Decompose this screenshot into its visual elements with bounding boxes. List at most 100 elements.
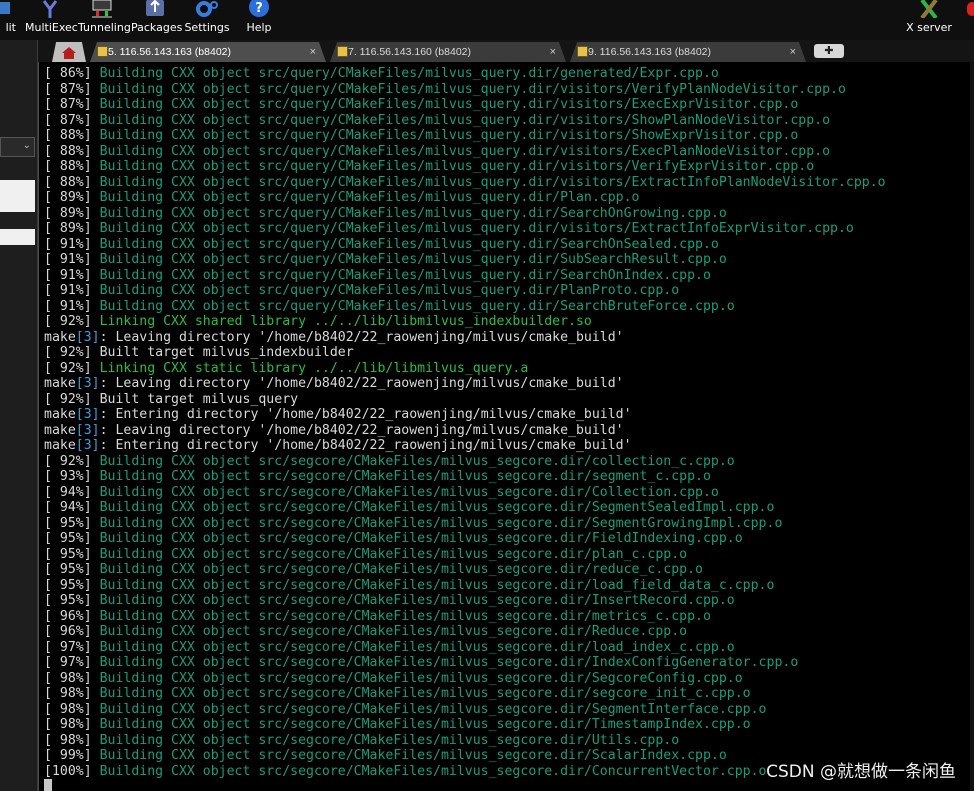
- terminal-line: [ 87%] Building CXX object src/query/CMa…: [44, 113, 886, 129]
- line-prefix: [ 98%]: [44, 670, 100, 686]
- line-prefix: [ 91%]: [44, 283, 100, 298]
- line-text: Built target milvus_indexbuilder: [99, 345, 354, 360]
- line-text: Building CXX object src/segcore/CMakeFil…: [99, 763, 767, 779]
- line-text: Building CXX object src/segcore/CMakeFil…: [99, 686, 751, 701]
- terminal-line: [ 87%] Building CXX object src/query/CMa…: [44, 97, 886, 113]
- session-tabs: 5. 116.56.143.163 (b8402) × 7. 116.56.14…: [38, 40, 974, 62]
- line-prefix: [ 88%]: [44, 128, 100, 143]
- packages-button[interactable]: Packages: [131, 0, 182, 40]
- sidebar-dropdown[interactable]: ⌄: [0, 137, 35, 157]
- line-text: Linking CXX shared library ../../lib/lib…: [99, 314, 592, 329]
- line-prefix: [ 95%]: [44, 577, 100, 593]
- close-icon[interactable]: ×: [310, 42, 316, 62]
- line-prefix: [ 98%]: [44, 701, 100, 717]
- line-prefix: [ 91%]: [44, 252, 100, 267]
- terminal-line: make[3]: Leaving directory '/home/b8402/…: [44, 423, 886, 439]
- line-prefix: [ 99%]: [44, 748, 100, 763]
- line-prefix: [ 92%]: [44, 360, 100, 376]
- terminal-key-icon: [97, 46, 108, 57]
- line-text: : Leaving directory '/home/b8402/22_raow…: [99, 329, 624, 345]
- svg-text:?: ?: [255, 1, 263, 16]
- line-prefix: [ 98%]: [44, 686, 100, 701]
- line-prefix: [ 89%]: [44, 190, 100, 205]
- terminal-key-icon: [577, 46, 588, 57]
- line-prefix: [ 95%]: [44, 531, 100, 546]
- help-button[interactable]: ? Help: [238, 0, 280, 40]
- terminal-cursor: [44, 779, 52, 791]
- terminal-line: [ 94%] Building CXX object src/segcore/C…: [44, 485, 886, 501]
- tab-session-5[interactable]: 5. 116.56.143.163 (b8402) ×: [90, 42, 326, 62]
- line-text: Built target milvus_query: [99, 391, 299, 407]
- line-prefix: [ 95%]: [44, 546, 100, 562]
- line-text: Building CXX object src/segcore/CMakeFil…: [99, 593, 735, 608]
- terminal-line: [ 92%] Built target milvus_indexbuilder: [44, 345, 886, 361]
- line-text: : Leaving directory '/home/b8402/22_raow…: [99, 422, 624, 438]
- xserver-icon: [917, 0, 941, 20]
- line-prefix: make: [44, 422, 76, 438]
- new-tab-button[interactable]: ✚: [814, 44, 844, 58]
- settings-button[interactable]: Settings: [184, 0, 230, 40]
- terminal-line: [ 93%] Building CXX object src/segcore/C…: [44, 469, 886, 485]
- terminal-output[interactable]: [ 86%] Building CXX object src/query/CMa…: [38, 62, 974, 791]
- terminal-scrollbar[interactable]: [970, 62, 974, 791]
- line-prefix: [ 97%]: [44, 655, 100, 670]
- make-level: [3]: [75, 329, 100, 345]
- line-prefix: [ 91%]: [44, 236, 100, 252]
- terminal-line: [ 98%] Building CXX object src/segcore/C…: [44, 702, 886, 718]
- terminal-line: [ 89%] Building CXX object src/query/CMa…: [44, 190, 886, 206]
- terminal-line: [ 92%] Building CXX object src/segcore/C…: [44, 454, 886, 470]
- line-prefix: [ 98%]: [44, 717, 100, 732]
- multiexec-button[interactable]: MultiExec: [25, 0, 78, 40]
- line-text: Building CXX object src/segcore/CMakeFil…: [99, 655, 799, 670]
- terminal-line: [ 95%] Building CXX object src/segcore/C…: [44, 516, 886, 532]
- terminal-line: make[3]: Entering directory '/home/b8402…: [44, 407, 886, 423]
- line-text: : Entering directory '/home/b8402/22_rao…: [99, 438, 632, 453]
- terminal-lines: [ 86%] Building CXX object src/query/CMa…: [44, 66, 886, 791]
- tab-session-7[interactable]: 7. 116.56.143.160 (b8402) ×: [330, 42, 566, 62]
- line-text: Building CXX object src/query/CMakeFiles…: [99, 174, 886, 190]
- line-text: Building CXX object src/segcore/CMakeFil…: [99, 484, 719, 500]
- line-prefix: [ 89%]: [44, 205, 100, 221]
- line-prefix: [100%]: [44, 763, 100, 779]
- line-prefix: [ 95%]: [44, 593, 100, 608]
- tab-session-9[interactable]: 9. 116.56.143.163 (b8402) ×: [570, 42, 806, 62]
- line-prefix: [ 92%]: [44, 391, 100, 407]
- sidebar-list-item[interactable]: [0, 180, 35, 212]
- split-button[interactable]: lit: [0, 0, 16, 40]
- tab-home[interactable]: [52, 42, 86, 62]
- line-text: Building CXX object src/query/CMakeFiles…: [99, 112, 831, 128]
- make-level: [3]: [75, 407, 100, 422]
- line-prefix: [ 88%]: [44, 174, 100, 190]
- line-prefix: [ 93%]: [44, 469, 100, 484]
- line-text: Building CXX object src/query/CMakeFiles…: [99, 81, 846, 97]
- terminal-line: [ 97%] Building CXX object src/segcore/C…: [44, 640, 886, 656]
- xserver-button[interactable]: X server: [900, 0, 958, 40]
- line-text: Building CXX object src/query/CMakeFiles…: [99, 190, 640, 205]
- close-icon[interactable]: ×: [790, 42, 796, 62]
- terminal-line: [100%] Building CXX object src/segcore/C…: [44, 764, 886, 780]
- line-text: Building CXX object src/query/CMakeFiles…: [99, 159, 815, 174]
- line-prefix: [ 94%]: [44, 500, 100, 515]
- line-text: Building CXX object src/segcore/CMakeFil…: [99, 531, 743, 546]
- line-text: : Leaving directory '/home/b8402/22_raow…: [99, 376, 624, 391]
- line-text: Building CXX object src/segcore/CMakeFil…: [99, 639, 735, 655]
- line-text: Building CXX object src/query/CMakeFiles…: [99, 236, 719, 252]
- watermark: CSDN @就想做一条闲鱼: [766, 762, 956, 782]
- line-prefix: [ 97%]: [44, 639, 100, 655]
- multiexec-icon: [38, 0, 62, 18]
- terminal-line: make[3]: Entering directory '/home/b8402…: [44, 438, 886, 454]
- line-text: Building CXX object src/query/CMakeFiles…: [99, 97, 799, 112]
- tunneling-button[interactable]: Tunneling: [78, 0, 131, 40]
- line-text: Building CXX object src/query/CMakeFiles…: [99, 128, 799, 143]
- close-icon[interactable]: ×: [550, 42, 556, 62]
- terminal-line: [ 95%] Building CXX object src/segcore/C…: [44, 531, 886, 547]
- terminal-line: [ 92%] Linking CXX shared library ../../…: [44, 314, 886, 330]
- terminal-line: [ 88%] Building CXX object src/query/CMa…: [44, 159, 886, 175]
- edge-status-icon: [967, 2, 974, 16]
- line-text: Building CXX object src/segcore/CMakeFil…: [99, 732, 680, 748]
- line-text: Building CXX object src/segcore/CMakeFil…: [99, 515, 783, 531]
- terminal-line: [ 98%] Building CXX object src/segcore/C…: [44, 733, 886, 749]
- terminal-line: [ 91%] Building CXX object src/query/CMa…: [44, 252, 886, 268]
- line-prefix: [ 92%]: [44, 314, 100, 329]
- sidebar-list-item[interactable]: [0, 229, 35, 245]
